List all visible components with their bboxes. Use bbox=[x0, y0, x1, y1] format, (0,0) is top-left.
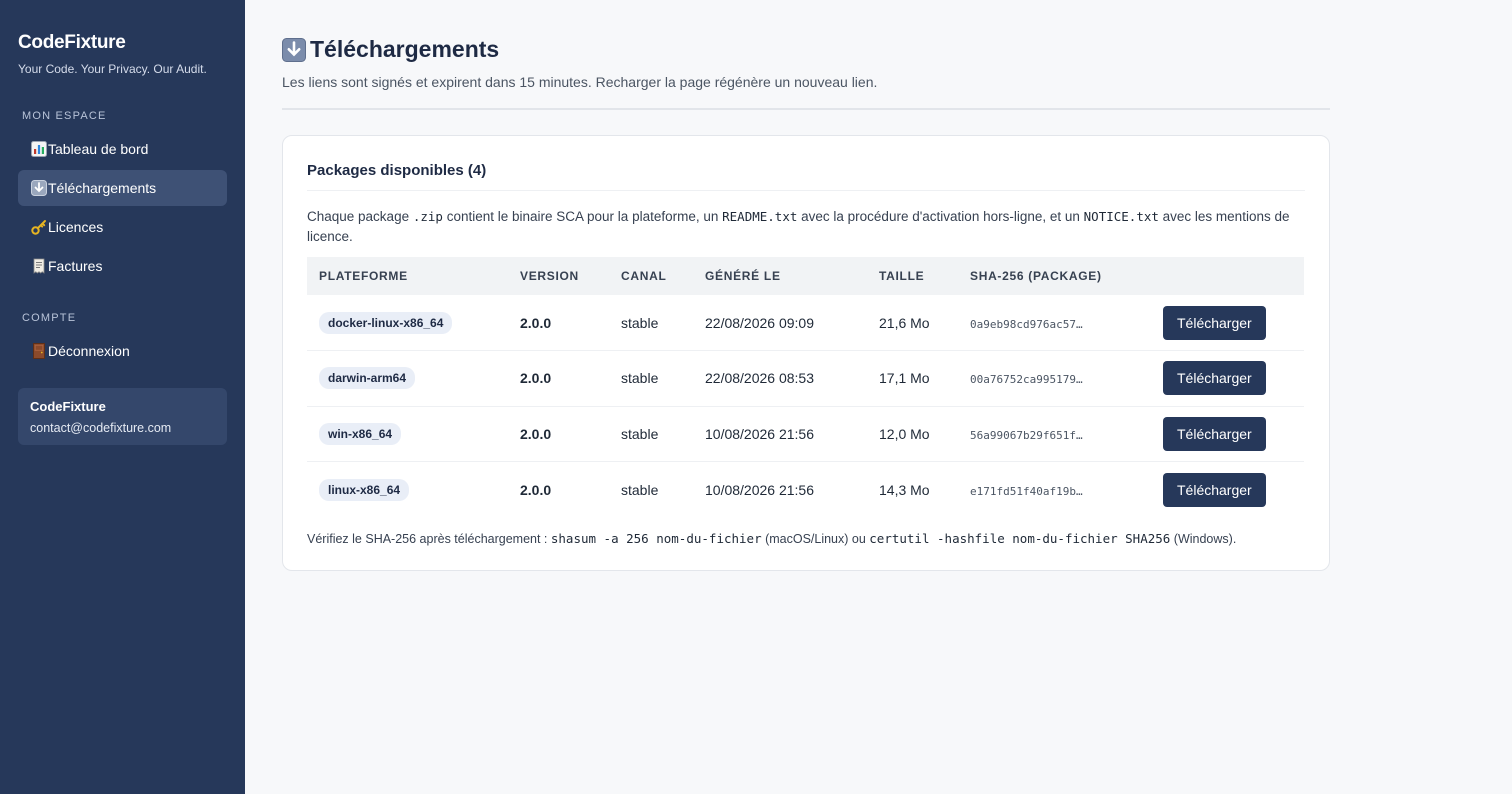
table-row: docker-linux-x86_64 2.0.0 stable 22/08/2… bbox=[307, 295, 1304, 351]
desc-text: avec la procédure d'activation hors-lign… bbox=[797, 209, 1084, 224]
table-header-row: PLATEFORME VERSION CANAL GÉNÉRÉ LE TAILL… bbox=[307, 257, 1304, 295]
download-arrow-icon bbox=[282, 37, 306, 62]
download-arrow-icon bbox=[30, 180, 47, 197]
page-title-text: Téléchargements bbox=[310, 36, 500, 62]
sidebar: CodeFixture Your Code. Your Privacy. Our… bbox=[0, 0, 245, 794]
door-icon bbox=[30, 343, 47, 360]
cell-version: 2.0.0 bbox=[508, 295, 609, 351]
cell-size: 21,6 Mo bbox=[867, 295, 958, 351]
brand-tagline: Your Code. Your Privacy. Our Audit. bbox=[18, 62, 207, 76]
cell-sha: 0a9eb98cd976ac57… bbox=[958, 295, 1151, 351]
cell-generated: 22/08/2026 09:09 bbox=[693, 295, 867, 351]
cell-channel: stable bbox=[609, 350, 693, 407]
cell-action: Télécharger bbox=[1151, 295, 1304, 351]
download-button[interactable]: Télécharger bbox=[1163, 472, 1266, 507]
cell-size: 12,0 Mo bbox=[867, 406, 958, 462]
cell-size: 17,1 Mo bbox=[867, 350, 958, 407]
note-text: (macOS/Linux) ou bbox=[761, 532, 870, 546]
sidebar-item-dashboard[interactable]: Tableau de bord bbox=[18, 131, 227, 167]
table-row: win-x86_64 2.0.0 stable 10/08/2026 21:56… bbox=[307, 406, 1304, 462]
cell-version: 2.0.0 bbox=[520, 481, 552, 498]
platform-pill: win-x86_64 bbox=[319, 422, 402, 445]
desc-code: README.txt bbox=[722, 209, 798, 224]
cell-generated: 10/08/2026 21:56 bbox=[693, 406, 867, 462]
sidebar-item-label: Factures bbox=[48, 258, 103, 274]
key-icon bbox=[30, 219, 47, 236]
cell-sha: e171fd51f40af19b… bbox=[958, 462, 1151, 518]
sidebar-item-licenses[interactable]: Licences bbox=[18, 209, 227, 245]
col-header-platform: PLATEFORME bbox=[307, 257, 508, 295]
cell-channel: stable bbox=[609, 295, 693, 351]
receipt-icon bbox=[30, 258, 47, 275]
card-title: Packages disponibles (4) bbox=[307, 162, 1305, 191]
cell-platform: darwin-arm64 bbox=[307, 350, 508, 407]
cell-platform: win-x86_64 bbox=[307, 406, 508, 462]
note-code: shasum -a 256 nom-du-fichier bbox=[550, 531, 762, 546]
sidebar-item-invoices[interactable]: Factures bbox=[18, 248, 227, 284]
desc-text: Chaque package bbox=[307, 209, 413, 224]
cell-generated: 22/08/2026 08:53 bbox=[693, 350, 867, 407]
cell-channel: stable bbox=[609, 406, 693, 462]
cell-size: 14,3 Mo bbox=[879, 481, 930, 498]
cell-version: 2.0.0 bbox=[508, 350, 609, 407]
page-header: Téléchargements Les liens sont signés et… bbox=[282, 36, 1330, 110]
cell-sha: 56a99067b29f651f… bbox=[958, 406, 1151, 462]
sha-hash: 56a99067b29f651f… bbox=[970, 428, 1083, 442]
col-header-generated: GÉNÉRÉ LE bbox=[693, 257, 867, 295]
page-title: Téléchargements bbox=[282, 36, 1330, 63]
cell-action: Télécharger bbox=[1151, 462, 1304, 518]
sidebar-item-label: Licences bbox=[48, 219, 104, 235]
col-header-action bbox=[1151, 257, 1304, 295]
section-title-account: COMPTE bbox=[22, 312, 77, 324]
user-email: contact@codefixture.com bbox=[30, 421, 172, 435]
section-title-my-space: MON ESPACE bbox=[22, 110, 107, 122]
table-row: linux-x86_64 2.0.0 stable 10/08/2026 21:… bbox=[307, 462, 1304, 518]
note-text: (Windows). bbox=[1170, 532, 1237, 546]
platform-pill: linux-x86_64 bbox=[319, 478, 410, 501]
bar-chart-icon bbox=[30, 141, 47, 158]
sidebar-item-label: Téléchargements bbox=[48, 180, 157, 196]
cell-platform: linux-x86_64 bbox=[307, 462, 508, 518]
note-code: certutil -hashfile nom-du-fichier SHA256 bbox=[869, 531, 1171, 546]
packages-card: Packages disponibles (4) Chaque package … bbox=[282, 135, 1330, 571]
desc-code: .zip bbox=[412, 209, 443, 224]
cell-version: 2.0.0 bbox=[508, 406, 609, 462]
main-content: Téléchargements Les liens sont signés et… bbox=[245, 0, 1512, 794]
nav-account: Déconnexion bbox=[18, 333, 227, 369]
col-header-size: TAILLE bbox=[867, 257, 958, 295]
desc-text: contient le binaire SCA pour la platefor… bbox=[442, 209, 723, 224]
user-card: CodeFixture contact@codefixture.com bbox=[18, 388, 227, 445]
sidebar-item-logout[interactable]: Déconnexion bbox=[18, 333, 227, 369]
packages-table: PLATEFORME VERSION CANAL GÉNÉRÉ LE TAILL… bbox=[307, 257, 1304, 517]
sidebar-item-label: Déconnexion bbox=[48, 343, 130, 359]
platform-pill: docker-linux-x86_64 bbox=[319, 311, 453, 334]
cell-platform: docker-linux-x86_64 bbox=[307, 295, 508, 351]
cell-action: Télécharger bbox=[1151, 350, 1304, 407]
col-header-version: VERSION bbox=[508, 257, 609, 295]
sha-hash: 0a9eb98cd976ac57… bbox=[970, 317, 1083, 331]
download-button[interactable]: Télécharger bbox=[1163, 361, 1266, 396]
col-header-channel: CANAL bbox=[609, 257, 693, 295]
sidebar-item-downloads[interactable]: Téléchargements bbox=[18, 170, 227, 206]
note-text: Vérifiez le SHA-256 après téléchargement… bbox=[307, 532, 551, 546]
download-button[interactable]: Télécharger bbox=[1163, 305, 1266, 340]
col-header-sha: SHA-256 (PACKAGE) bbox=[958, 257, 1151, 295]
sha-hash: 00a76752ca995179… bbox=[970, 373, 1083, 387]
sha-verification-note: Vérifiez le SHA-256 après téléchargement… bbox=[307, 531, 1305, 546]
page-subtitle: Les liens sont signés et expirent dans 1… bbox=[282, 74, 878, 90]
desc-code: NOTICE.txt bbox=[1083, 209, 1159, 224]
card-description: Chaque package .zip contient le binaire … bbox=[307, 207, 1305, 247]
download-button[interactable]: Télécharger bbox=[1163, 416, 1266, 451]
cell-action: Télécharger bbox=[1151, 406, 1304, 462]
sidebar-item-label: Tableau de bord bbox=[48, 141, 149, 157]
user-name: CodeFixture bbox=[30, 399, 106, 414]
brand-name: CodeFixture bbox=[18, 32, 126, 53]
sha-hash: e171fd51f40af19b… bbox=[970, 484, 1083, 498]
cell-generated: 10/08/2026 21:56 bbox=[705, 481, 814, 498]
platform-pill: darwin-arm64 bbox=[319, 367, 416, 390]
nav-my-space: Tableau de bord Téléchargements Licences… bbox=[18, 131, 227, 284]
cell-channel: stable bbox=[621, 481, 659, 498]
table-row: darwin-arm64 2.0.0 stable 22/08/2026 08:… bbox=[307, 350, 1304, 407]
cell-sha: 00a76752ca995179… bbox=[958, 350, 1151, 407]
